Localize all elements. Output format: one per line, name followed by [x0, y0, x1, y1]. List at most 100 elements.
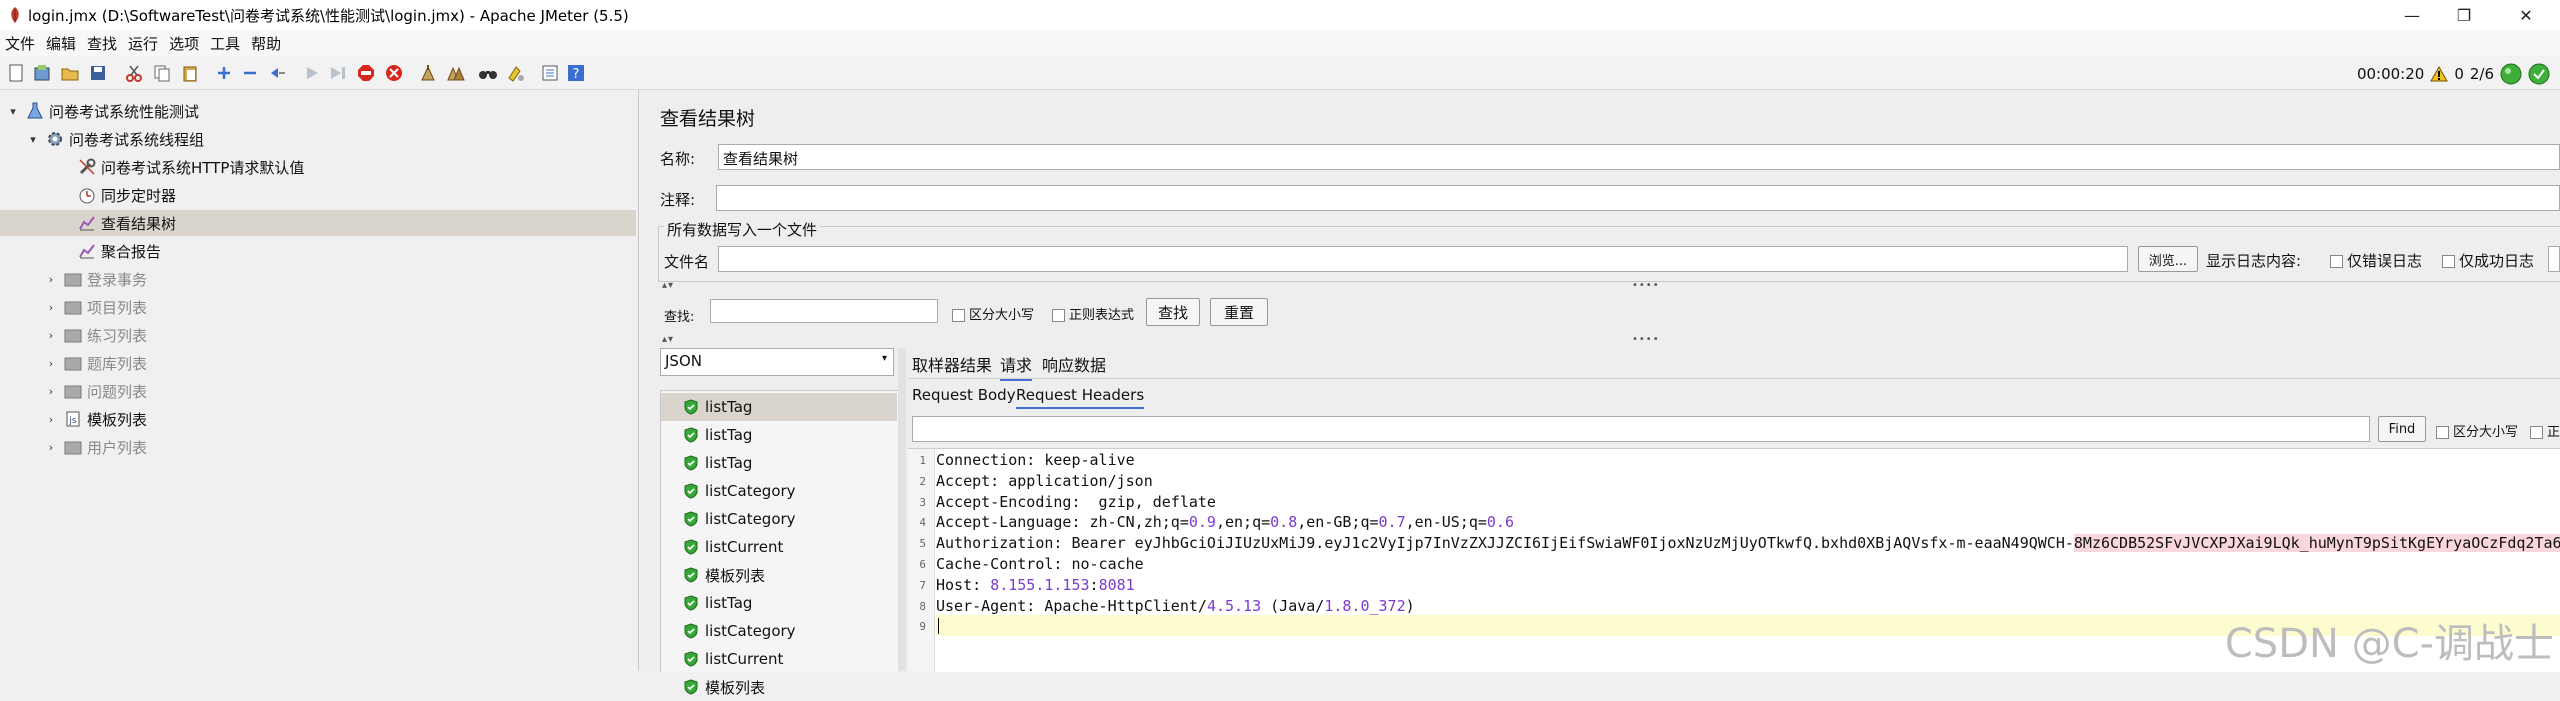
tab-request[interactable]: 请求 — [1000, 352, 1033, 381]
sample-row[interactable]: listTag — [661, 393, 897, 421]
tree-expander-icon[interactable]: ▾ — [6, 105, 20, 118]
start-no-pause-icon[interactable] — [328, 63, 348, 83]
errors-only-checkbox[interactable] — [2330, 255, 2343, 268]
tree-node[interactable]: › 问题列表 — [0, 378, 636, 404]
configure-button-edge[interactable] — [2548, 246, 2560, 272]
sample-row[interactable]: listCategory — [661, 617, 897, 645]
tree-node[interactable]: 聚合报告 — [0, 238, 636, 264]
sample-row[interactable]: listCurrent — [661, 645, 897, 673]
tree-expander-icon[interactable]: › — [44, 273, 58, 286]
paste-icon[interactable] — [180, 63, 200, 83]
headers-case-checkbox[interactable] — [2436, 426, 2449, 439]
search-button[interactable]: 查找 — [1146, 298, 1200, 326]
tab-sampler-result[interactable]: 取样器结果 — [912, 352, 992, 376]
comment-field[interactable] — [716, 185, 2560, 211]
toggle-icon[interactable] — [268, 63, 288, 83]
tree-expander-icon[interactable]: › — [44, 329, 58, 342]
split-handle-dots[interactable]: •••• — [1632, 280, 1660, 291]
expand-all-icon[interactable] — [214, 63, 234, 83]
list-splitter[interactable] — [898, 348, 906, 671]
new-file-icon[interactable] — [6, 63, 26, 83]
maximize-button[interactable]: ❐ — [2438, 0, 2490, 30]
tree-expander-icon[interactable]: › — [44, 385, 58, 398]
split-handle-arrows-2[interactable]: ▴▾ — [662, 334, 674, 345]
headers-find-input[interactable] — [912, 416, 2370, 442]
case-sensitive-option[interactable]: 区分大小写 — [952, 304, 1034, 323]
headers-case-option[interactable]: 区分大小写 — [2436, 421, 2518, 440]
templates-icon[interactable] — [32, 63, 52, 83]
tree-node[interactable]: › 登录事务 — [0, 266, 636, 292]
success-shield-icon — [683, 455, 699, 471]
name-field[interactable]: 查看结果树 — [718, 144, 2560, 170]
tree-node[interactable]: 问卷考试系统HTTP请求默认值 — [0, 154, 636, 180]
cut-icon[interactable] — [124, 63, 144, 83]
menu-file[interactable]: 文件 — [0, 33, 41, 54]
function-helper-icon[interactable] — [540, 63, 560, 83]
menu-tools[interactable]: 工具 — [205, 33, 246, 54]
tab-request-headers[interactable]: Request Headers — [1016, 386, 1145, 409]
search-binoculars-icon[interactable] — [478, 63, 498, 83]
help-icon[interactable]: ? — [566, 63, 586, 83]
tree-node[interactable]: › js 模板列表 — [0, 406, 636, 432]
tree-node[interactable]: ▾ 问卷考试系统性能测试 — [0, 98, 636, 124]
menu-help[interactable]: 帮助 — [246, 33, 287, 54]
case-sensitive-checkbox[interactable] — [952, 309, 965, 322]
menu-options[interactable]: 选项 — [164, 33, 205, 54]
renderer-select[interactable]: JSON ▾ — [660, 348, 894, 376]
menu-run[interactable]: 运行 — [123, 33, 164, 54]
success-only-checkbox[interactable] — [2442, 255, 2455, 268]
menu-search[interactable]: 查找 — [82, 33, 123, 54]
copy-icon[interactable] — [152, 63, 172, 83]
menu-edit[interactable]: 编辑 — [41, 33, 82, 54]
reset-search-icon[interactable] — [506, 63, 526, 83]
success-only-option[interactable]: 仅成功日志 — [2442, 250, 2534, 271]
sample-row[interactable]: listCurrent — [661, 533, 897, 561]
tree-expander-icon[interactable]: › — [44, 413, 58, 426]
regex-checkbox[interactable] — [1052, 309, 1065, 322]
sample-row[interactable]: listTag — [661, 421, 897, 449]
errors-only-option[interactable]: 仅错误日志 — [2330, 250, 2422, 271]
tree-node[interactable]: ▾ 问卷考试系统线程组 — [0, 126, 636, 152]
tree-node[interactable]: › 题库列表 — [0, 350, 636, 376]
tree-node[interactable]: › 项目列表 — [0, 294, 636, 320]
regex-option[interactable]: 正则表达式 — [1052, 304, 1134, 323]
sample-row[interactable]: listTag — [661, 449, 897, 477]
headers-regex-checkbox[interactable] — [2530, 426, 2543, 439]
collapse-all-icon[interactable] — [240, 63, 260, 83]
tree-expander-icon[interactable]: › — [44, 441, 58, 454]
headers-regex-option[interactable]: 正 — [2530, 421, 2560, 440]
start-icon[interactable] — [302, 63, 322, 83]
tree-expander-icon[interactable]: ▾ — [26, 133, 40, 146]
sample-row[interactable]: listCategory — [661, 477, 897, 505]
tab-request-body[interactable]: Request Body — [912, 386, 1016, 404]
tab-response-data[interactable]: 响应数据 — [1042, 352, 1106, 376]
sample-row[interactable]: 模板列表 — [661, 561, 897, 589]
split-handle-dots-2[interactable]: •••• — [1632, 334, 1660, 345]
browse-button[interactable]: 浏览... — [2138, 246, 2198, 272]
search-input[interactable] — [710, 299, 938, 323]
warning-icon[interactable] — [2430, 66, 2449, 82]
tree-node[interactable]: 同步定时器 — [0, 182, 636, 208]
close-button[interactable]: ✕ — [2500, 0, 2552, 30]
sample-row[interactable]: listTag — [661, 589, 897, 617]
headers-case-label: 区分大小写 — [2453, 425, 2519, 440]
tree-node[interactable]: › 练习列表 — [0, 322, 636, 348]
sample-row[interactable]: 模板列表 — [661, 673, 897, 701]
reset-button[interactable]: 重置 — [1210, 298, 1268, 326]
minimize-button[interactable]: — — [2386, 0, 2438, 30]
tree-node[interactable]: 查看结果树 — [0, 210, 636, 236]
clear-icon[interactable] — [418, 63, 438, 83]
log-viewer-icon[interactable] — [2528, 63, 2550, 85]
tree-expander-icon[interactable]: › — [44, 357, 58, 370]
tree-node[interactable]: › 用户列表 — [0, 434, 636, 460]
save-icon[interactable] — [88, 63, 108, 83]
headers-find-button[interactable]: Find — [2378, 416, 2426, 442]
clear-all-icon[interactable] — [446, 63, 466, 83]
stop-icon[interactable] — [356, 63, 376, 83]
split-handle-arrows[interactable]: ▴▾ — [662, 280, 674, 291]
open-folder-icon[interactable] — [60, 63, 80, 83]
sample-row[interactable]: listCategory — [661, 505, 897, 533]
tree-expander-icon[interactable]: › — [44, 301, 58, 314]
filename-field[interactable] — [718, 246, 2128, 272]
shutdown-icon[interactable] — [384, 63, 404, 83]
